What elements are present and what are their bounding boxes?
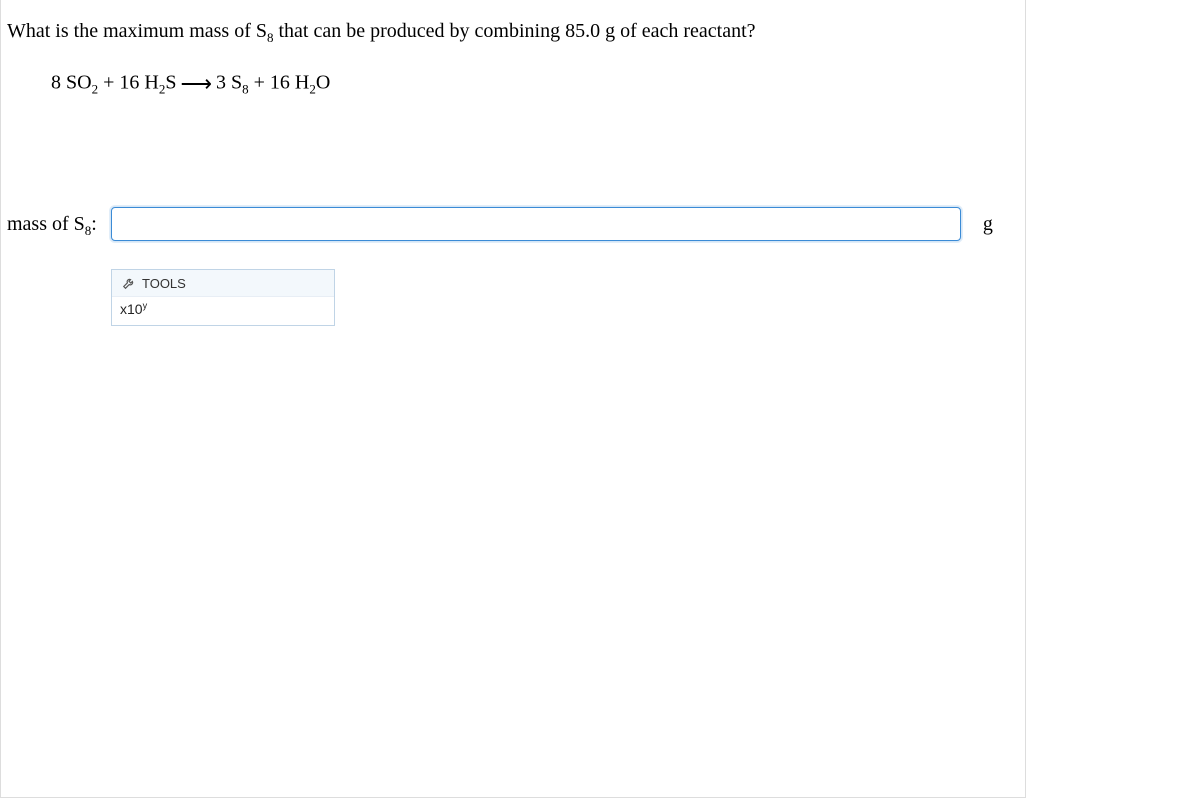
product-2a: H bbox=[295, 72, 309, 94]
reactant-1: SO bbox=[66, 72, 92, 94]
input-label-prefix: mass of S bbox=[7, 213, 85, 235]
sci-btn-base: x10 bbox=[120, 301, 143, 317]
scientific-notation-button[interactable]: x10y bbox=[112, 297, 334, 325]
plus-2: + bbox=[249, 72, 270, 94]
question-panel: What is the maximum mass of S 8 that can … bbox=[0, 0, 1026, 798]
answer-row: mass of S8: g bbox=[1, 207, 1025, 241]
plus-1: + bbox=[98, 72, 119, 94]
tools-panel: TOOLS x10y bbox=[111, 269, 335, 326]
product-2b: O bbox=[316, 72, 330, 94]
question-prefix: What is the maximum mass of S bbox=[7, 20, 267, 42]
input-label: mass of S8: bbox=[7, 213, 97, 236]
answer-input[interactable] bbox=[111, 207, 961, 241]
sci-btn-sup: y bbox=[143, 300, 148, 310]
reactant-2a: H bbox=[144, 72, 158, 94]
reaction-equation: 8 SO2 + 16 H2S ⟶ 3 S8 + 16 H2O bbox=[1, 53, 1025, 117]
wrench-icon bbox=[122, 276, 136, 290]
reactant-2b: S bbox=[165, 72, 176, 94]
question-suffix: that can be produced by combining 85.0 g… bbox=[273, 20, 755, 42]
coef-3: 3 bbox=[216, 72, 226, 94]
tools-header: TOOLS bbox=[112, 270, 334, 297]
tools-header-label: TOOLS bbox=[142, 276, 186, 291]
coef-2: 16 bbox=[119, 72, 139, 94]
reaction-arrow-icon: ⟶ bbox=[180, 71, 212, 97]
unit-label: g bbox=[983, 213, 993, 236]
question-text: What is the maximum mass of S8 that can … bbox=[1, 0, 1025, 53]
input-label-suffix: : bbox=[91, 213, 97, 235]
product-1: S bbox=[231, 72, 242, 94]
coef-1: 8 bbox=[51, 72, 61, 94]
coef-4: 16 bbox=[270, 72, 290, 94]
